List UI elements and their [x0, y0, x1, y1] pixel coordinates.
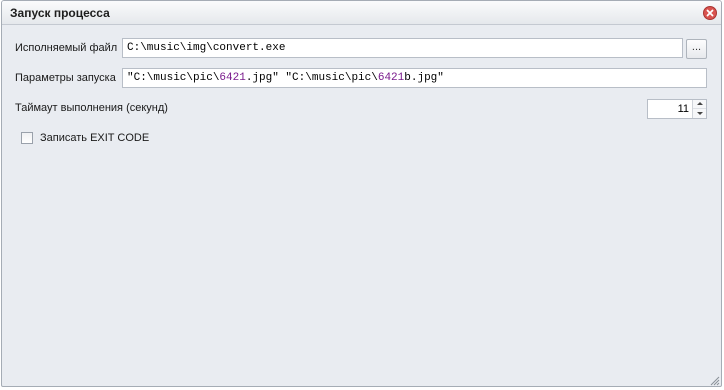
resize-grip-icon[interactable]: [708, 373, 720, 386]
timeout-label: Таймаут выполнения (секунд): [15, 102, 168, 114]
title-bar[interactable]: Запуск процесса: [2, 1, 721, 25]
executable-label: Исполняемый файл: [15, 42, 118, 54]
timeout-spinner[interactable]: 11: [647, 99, 707, 119]
executable-path-input[interactable]: C:\music\img\convert.exe: [122, 38, 683, 58]
params-label: Параметры запуска: [15, 72, 116, 84]
params-number: 6421: [377, 72, 405, 84]
params-text-part: b.jpg": [404, 72, 444, 84]
spin-up-icon[interactable]: [693, 100, 706, 109]
params-number: 6421: [219, 72, 246, 84]
dialog-title: Запуск процесса: [10, 6, 110, 20]
close-icon[interactable]: [703, 6, 717, 20]
params-text-part: "C:\music\pic\: [127, 72, 220, 84]
exit-code-label[interactable]: Записать EXIT CODE: [40, 132, 149, 144]
browse-button[interactable]: ...: [686, 39, 707, 59]
params-text-part: .jpg" "C:\music\pic\: [245, 72, 378, 84]
spin-buttons: [692, 100, 706, 118]
timeout-value[interactable]: 11: [678, 100, 689, 118]
spin-down-icon[interactable]: [693, 109, 706, 118]
exit-code-checkbox[interactable]: [21, 132, 33, 144]
params-input[interactable]: "C:\music\pic\6421.jpg" "C:\music\pic\64…: [122, 68, 707, 88]
process-launch-dialog: Запуск процесса Исполняемый файл C:\musi…: [1, 0, 722, 387]
